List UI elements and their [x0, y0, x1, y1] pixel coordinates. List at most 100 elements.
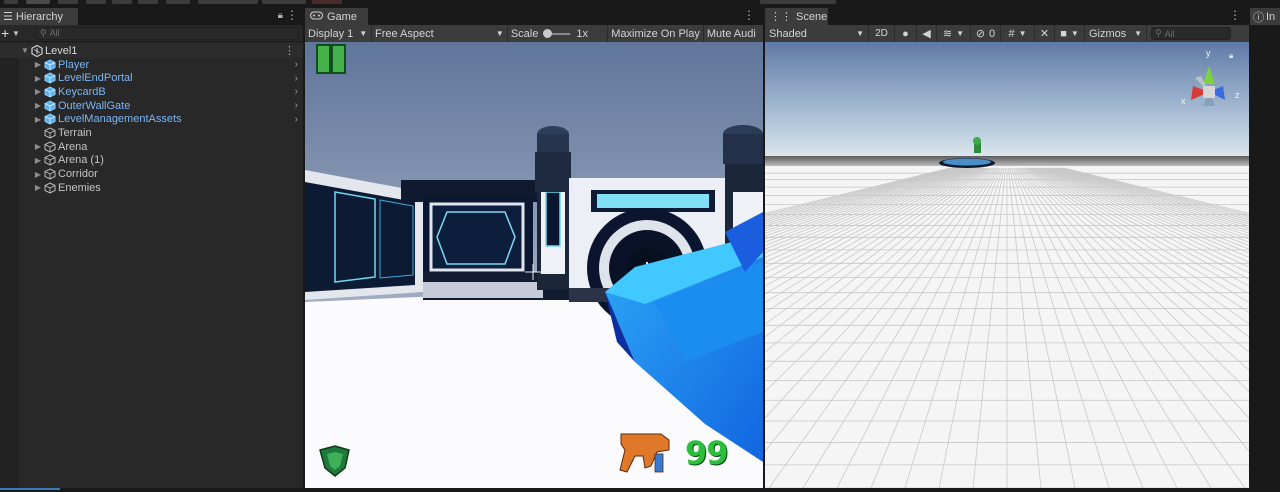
- expand-arrow-icon[interactable]: ▶: [33, 156, 43, 165]
- prefab-cube-icon: [43, 86, 56, 98]
- toolbar-button[interactable]: [58, 0, 78, 4]
- grid-icon: #: [1008, 27, 1015, 40]
- more-menu-icon[interactable]: ⋮: [1229, 8, 1241, 22]
- lock-icon[interactable]: 🔒︎: [1229, 51, 1233, 60]
- tree-row[interactable]: ▶ KeycardB ›: [0, 85, 303, 99]
- maximize-on-play-toggle[interactable]: Maximize On Play: [608, 25, 704, 42]
- tree-row-label: LevelManagementAssets: [58, 113, 182, 126]
- expand-arrow-icon[interactable]: ▼: [20, 46, 30, 55]
- tree-row[interactable]: ▶ Player ›: [0, 58, 303, 72]
- chevron-down-icon[interactable]: ▼: [12, 26, 20, 42]
- tree-row-label: Enemies: [58, 181, 101, 194]
- chevron-down-icon: ▼: [1070, 29, 1079, 38]
- tree-row-level1[interactable]: ▼ Level1 ⋮: [0, 44, 303, 58]
- top-toolbar-strip: [0, 0, 1280, 8]
- more-menu-icon[interactable]: ⋮: [284, 44, 295, 57]
- tree-row[interactable]: Terrain: [0, 126, 303, 140]
- expand-arrow-icon[interactable]: ▶: [33, 115, 43, 124]
- add-icon[interactable]: +: [1, 25, 9, 41]
- chevron-right-icon[interactable]: ›: [295, 100, 298, 111]
- 2d-toggle[interactable]: 2D: [869, 25, 895, 42]
- tree-row[interactable]: ▶ LevelManagementAssets ›: [0, 112, 303, 126]
- scene-toolbar: Shaded ▼ 2D ● ◀︎ ≋ ▼ ⊘ 0 # ▼ ✕ ■ ▼ Gizmo…: [765, 25, 1249, 42]
- tree-row-label: KeycardB: [58, 85, 106, 98]
- toolbar-button[interactable]: [262, 0, 306, 4]
- tree-row-label: LevelEndPortal: [58, 72, 133, 85]
- scene-tab-header: [765, 8, 1249, 25]
- toolbar-button[interactable]: [312, 0, 342, 4]
- search-icon: ⚲: [1155, 28, 1162, 38]
- expand-arrow-icon[interactable]: ▶: [33, 60, 43, 69]
- toolbar-button[interactable]: [112, 0, 132, 4]
- expand-arrow-icon[interactable]: ▶: [33, 142, 43, 151]
- chevron-down-icon: ▼: [1134, 29, 1142, 38]
- scene-search-input[interactable]: ⚲ All: [1151, 27, 1231, 40]
- shading-mode-dropdown[interactable]: Shaded ▼: [765, 25, 869, 42]
- toolbar-button[interactable]: [138, 0, 158, 4]
- search-icon: ⚲: [40, 28, 47, 38]
- toolbar-button[interactable]: [198, 0, 258, 4]
- tools-toggle[interactable]: ✕: [1035, 25, 1055, 42]
- tree-row[interactable]: ▶ Arena: [0, 140, 303, 154]
- tab-hierarchy[interactable]: ☰ Hierarchy: [0, 8, 78, 25]
- effects-dropdown[interactable]: ≋ ▼: [937, 25, 971, 42]
- gizmos-dropdown[interactable]: Gizmos ▼: [1085, 25, 1147, 42]
- more-menu-icon[interactable]: ⋮: [743, 8, 755, 22]
- expand-arrow-icon[interactable]: ▶: [33, 87, 43, 96]
- mute-audio-toggle[interactable]: Mute Audi: [704, 25, 763, 42]
- scale-slider[interactable]: Scale 1x: [508, 25, 609, 42]
- game-toolbar: Display 1 ▼ Free Aspect ▼ Scale 1x Maxim…: [305, 25, 763, 42]
- grid-dropdown[interactable]: # ▼: [1001, 25, 1035, 42]
- camera-dropdown[interactable]: ■ ▼: [1055, 25, 1085, 42]
- prefab-cube-icon: [43, 100, 56, 112]
- tab-game[interactable]: Game: [305, 8, 368, 25]
- tree-row[interactable]: ▶ Enemies: [0, 181, 303, 195]
- tree-row[interactable]: ▶ OuterWallGate ›: [0, 99, 303, 113]
- scale-value: 1x: [576, 27, 588, 40]
- chevron-right-icon[interactable]: ›: [295, 86, 298, 97]
- tools-icon: ✕: [1039, 28, 1050, 40]
- display-dropdown[interactable]: Display 1 ▼: [305, 25, 372, 42]
- chevron-right-icon[interactable]: ›: [295, 114, 298, 125]
- expand-arrow-icon[interactable]: ▶: [33, 183, 43, 192]
- expand-arrow-icon[interactable]: ▶: [33, 74, 43, 83]
- game-panel: Game ⋮ Display 1 ▼ Free Aspect ▼ Scale 1…: [305, 8, 763, 488]
- game-viewport[interactable]: 99: [305, 42, 763, 488]
- scene-viewport[interactable]: y x z 🔒︎: [765, 42, 1249, 488]
- lock-icon[interactable]: 🔒︎: [278, 10, 283, 21]
- camera-icon: ■: [1060, 27, 1067, 40]
- toolbar-button[interactable]: [26, 0, 50, 4]
- audio-toggle[interactable]: ◀︎: [917, 25, 937, 42]
- gizmos-label: Gizmos: [1089, 27, 1127, 40]
- expand-arrow-icon[interactable]: ▶: [33, 101, 43, 110]
- maximize-label: Maximize On Play: [611, 27, 700, 40]
- toolbar-button[interactable]: [4, 0, 18, 4]
- hierarchy-panel: ☰ Hierarchy 🔒︎ ⋮ + ▼ ⚲ All ▼ Level1 ⋮ ▶ P…: [0, 8, 303, 488]
- gameobject-cube-icon: [43, 168, 56, 180]
- tree-row-label: Terrain: [58, 126, 92, 139]
- tree-row-label: Arena: [58, 140, 88, 153]
- tree-row[interactable]: ▶ Corridor: [0, 167, 303, 181]
- lighting-toggle[interactable]: ●: [895, 25, 917, 42]
- gamepad-icon: [310, 11, 323, 23]
- hierarchy-search-input[interactable]: ⚲ All: [35, 27, 299, 40]
- tab-inspector[interactable]: ⓘ In: [1250, 8, 1280, 25]
- toolbar-button[interactable]: [760, 0, 836, 4]
- toolbar-button[interactable]: [86, 0, 106, 4]
- hidden-count: 0: [989, 27, 996, 40]
- tree-row[interactable]: ▶ LevelEndPortal ›: [0, 71, 303, 85]
- tab-scene[interactable]: ⋮⋮ Scene: [765, 8, 828, 25]
- tree-row[interactable]: ▶ Arena (1): [0, 154, 303, 168]
- toolbar-button[interactable]: [166, 0, 190, 4]
- hierarchy-tab-label: Hierarchy: [15, 10, 63, 23]
- hidden-objects-toggle[interactable]: ⊘ 0: [971, 25, 1001, 42]
- gizmo-y-label: y: [1206, 48, 1211, 58]
- more-menu-icon[interactable]: ⋮: [286, 8, 298, 22]
- chevron-right-icon[interactable]: ›: [295, 59, 298, 70]
- expand-arrow-icon[interactable]: ▶: [33, 170, 43, 179]
- aspect-dropdown[interactable]: Free Aspect ▼: [372, 25, 508, 42]
- scale-slider-track[interactable]: [543, 28, 571, 38]
- gizmo-x-label: x: [1181, 96, 1186, 106]
- chevron-right-icon[interactable]: ›: [295, 73, 298, 84]
- tree-row-label: Arena (1): [58, 154, 104, 167]
